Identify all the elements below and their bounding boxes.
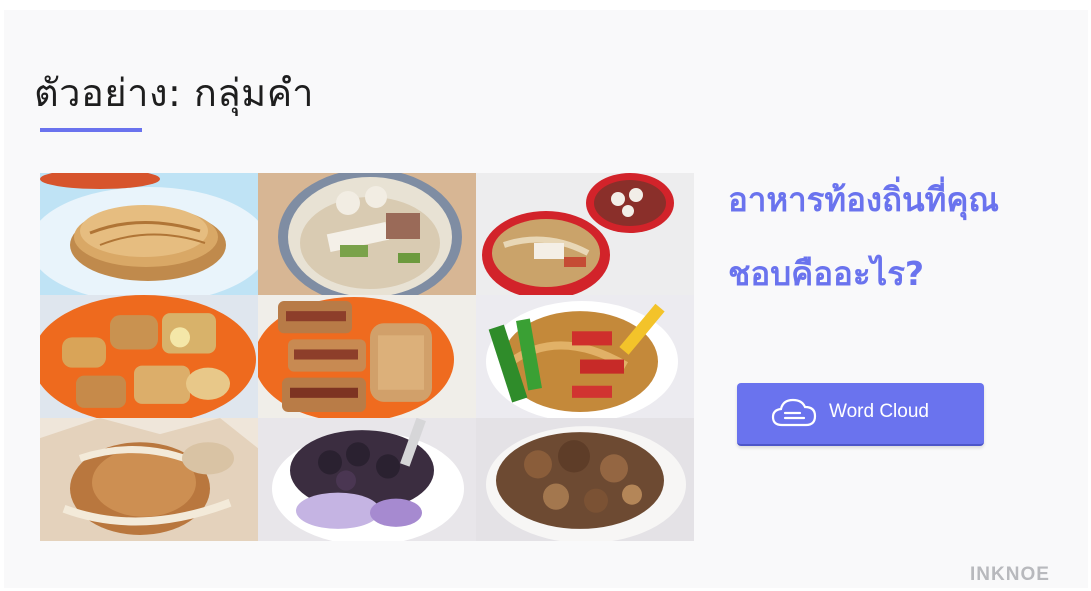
word-cloud-button[interactable]: Word Cloud [737, 383, 984, 446]
slide: ตัวอย่าง: กลุ่มคำ อาหารท้องถิ่นที่คุณ ชอ… [4, 10, 1088, 588]
food-photo-paper-chicken [40, 418, 258, 541]
food-photo-roti-prata [40, 173, 258, 295]
cloud-icon [771, 398, 817, 427]
question-line-2: ชอบคืออะไร? [728, 254, 925, 293]
slide-title: ตัวอย่าง: กลุ่มคำ [34, 71, 314, 115]
question-text: อาหารท้องถิ่นที่คุณ ชอบคืออะไร? [728, 163, 1080, 311]
food-photo-grid [40, 173, 694, 541]
food-photo-yong-tau-foo [40, 295, 258, 418]
title-underline [40, 128, 142, 132]
question-line-1: อาหารท้องถิ่นที่คุณ [728, 180, 1000, 219]
word-cloud-button-label: Word Cloud [829, 401, 929, 422]
brand-logo: INKNOE [970, 564, 1050, 585]
food-photo-fried-sandwich [258, 295, 476, 418]
food-photo-ice-kacang [258, 418, 476, 541]
food-photo-noodle-soup [258, 173, 476, 295]
food-photo-braised-pork-rice [476, 418, 694, 541]
food-photo-wanton-mee [476, 173, 694, 295]
food-photo-char-siew-noodles [476, 295, 694, 418]
